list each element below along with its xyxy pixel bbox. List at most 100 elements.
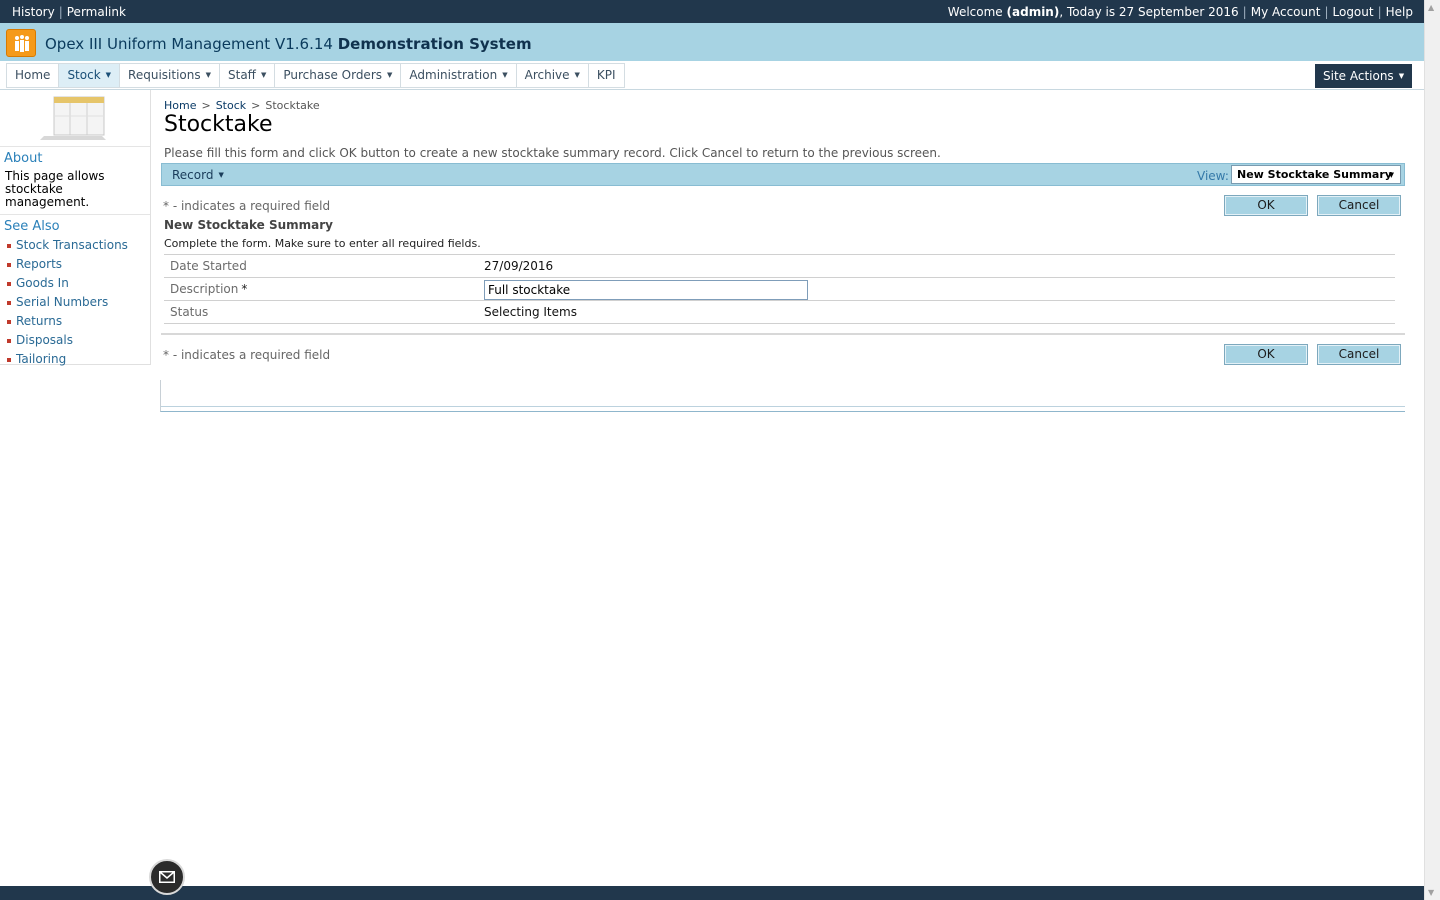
app-logo-icon[interactable] [6,29,36,57]
nav-item-stock[interactable]: Stock ▼ [59,64,121,87]
see-also-returns[interactable]: Returns [6,313,150,332]
cancel-button-top[interactable]: Cancel [1317,195,1401,216]
my-account-link[interactable]: My Account [1251,5,1321,19]
breadcrumb-home[interactable]: Home [164,99,196,112]
field-row-description: Description * [164,278,1395,301]
caret-down-icon: ▼ [1398,72,1405,80]
nav-item-label: Purchase Orders [283,68,383,82]
title-bar: Opex III Uniform Management V1.6.14 Demo… [0,23,1424,61]
footer-bar [0,886,1424,900]
welcome-user: (admin) [1006,5,1060,19]
about-text: This page allows stocktake management. [5,169,105,209]
separator: | [1242,5,1247,19]
today-text: , Today is 27 September 2016 [1059,5,1239,19]
view-select[interactable]: New Stocktake Summary ▼ [1231,165,1401,184]
nav-item-label: KPI [596,68,616,82]
scroll-up-icon[interactable]: ▲ [1428,3,1434,12]
welcome-text: Welcome [947,5,1007,19]
field-row-status: Status Selecting Items [164,301,1395,324]
logout-link[interactable]: Logout [1333,5,1374,19]
separator: | [1377,5,1382,19]
app-system-name: Demonstration System [337,35,532,53]
form-fields: Date Started 27/09/2016 Description* Sta… [164,254,1395,324]
breadcrumb: Home > Stock > Stocktake [164,99,320,112]
caret-down-icon: ▼ [502,71,508,79]
breadcrumb-current: Stocktake [265,99,320,112]
vertical-scrollbar[interactable]: ▲ ▼ [1424,0,1440,900]
caret-down-icon: ▼ [260,71,267,79]
see-also-section: See Also Stock Transactions Reports Good… [0,214,150,370]
see-also-reports[interactable]: Reports [6,256,150,275]
top-bar-left: History | Permalink [12,5,126,19]
breadcrumb-stock[interactable]: Stock [216,99,246,112]
required-asterisk: * [241,282,248,296]
status-label: Status [170,305,209,319]
see-also-serial-numbers[interactable]: Serial Numbers [6,294,150,313]
caret-down-icon: ▼ [105,71,112,79]
nav-item-label: Requisitions [128,68,201,82]
feedback-mail-button[interactable] [149,859,185,895]
breadcrumb-separator: > [201,99,211,112]
nav-item-kpi[interactable]: KPI [589,64,625,87]
nav-item-archive[interactable]: Archive ▼ [517,64,589,87]
form-title: New Stocktake Summary [164,218,334,232]
separator: | [58,5,63,19]
nav-item-label: Staff [228,68,256,82]
date-started-value: 27/09/2016 [484,259,554,273]
see-also-heading: See Also [4,219,60,234]
nav-item-home[interactable]: Home [7,64,60,87]
nav-item-staff[interactable]: Staff ▼ [220,64,276,87]
view-select-value: New Stocktake Summary [1237,168,1392,181]
date-started-label: Date Started [170,259,247,273]
see-also-tailoring[interactable]: Tailoring [6,351,150,370]
caret-down-icon: ▼ [387,71,393,79]
permalink-link[interactable]: Permalink [67,5,126,19]
nav-item-label: Archive [524,68,570,82]
see-also-stock-transactions[interactable]: Stock Transactions [6,237,150,256]
cancel-button-bottom[interactable]: Cancel [1317,344,1401,365]
required-note-top: * - indicates a required field [163,199,331,213]
field-row-date-started: Date Started 27/09/2016 [164,255,1395,278]
see-also-disposals[interactable]: Disposals [6,332,150,351]
separator: | [1324,5,1329,19]
ok-button-top[interactable]: OK [1224,195,1308,216]
app-title: Opex III Uniform Management V1.6.14 Demo… [45,35,532,53]
caret-down-icon: ▼ [1388,171,1394,179]
nav-item-requisitions[interactable]: Requisitions ▼ [120,64,220,87]
form-toolbar: Record ▼ View: New Stocktake Summary ▼ [161,163,1405,186]
ok-button-bottom[interactable]: OK [1224,344,1308,365]
caret-down-icon: ▼ [205,71,211,79]
history-link[interactable]: History [12,5,55,19]
caret-down-icon: ▼ [574,71,580,79]
view-label: View: [1197,169,1229,183]
form-footer-panel [160,380,1405,412]
about-heading: About [4,151,43,166]
nav-item-label: Stock [67,68,101,82]
nav-item-purchase-orders[interactable]: Purchase Orders ▼ [275,64,402,87]
about-section: About This page allows stocktake managem… [0,146,150,370]
app-title-name: Opex III Uniform Management V1.6.14 [45,35,333,53]
description-label: Description * [170,282,247,296]
help-link[interactable]: Help [1386,5,1413,19]
form-description: Complete the form. Make sure to enter al… [164,237,481,250]
nav-item-administration[interactable]: Administration ▼ [401,64,517,87]
required-note-bottom: * - indicates a required field [163,348,331,362]
record-menu[interactable]: Record ▼ [172,168,224,182]
page-instructions: Please fill this form and click OK butto… [164,146,941,160]
nav-item-label: Administration [409,68,498,82]
page-title: Stocktake [164,112,273,137]
left-sidebar: About This page allows stocktake managem… [0,90,151,366]
see-also-goods-in[interactable]: Goods In [6,275,150,294]
status-value: Selecting Items [484,305,577,319]
description-input[interactable] [484,280,808,300]
envelope-icon [159,871,175,883]
site-actions-button[interactable]: Site Actions ▼ [1315,64,1412,88]
stocktake-page-icon [40,96,106,140]
breadcrumb-separator: > [251,99,261,112]
top-bar-right: Welcome (admin), Today is 27 September 2… [948,5,1413,19]
nav-menu: Home Stock ▼ Requisitions ▼ Staff ▼ Purchas… [6,63,625,88]
top-bar: History | Permalink Welcome (admin), Today… [0,0,1424,23]
site-actions-label: Site Actions [1323,69,1394,83]
scroll-down-icon[interactable]: ▼ [1428,888,1434,897]
see-also-list: Stock Transactions Reports Goods In Seri… [0,236,150,370]
